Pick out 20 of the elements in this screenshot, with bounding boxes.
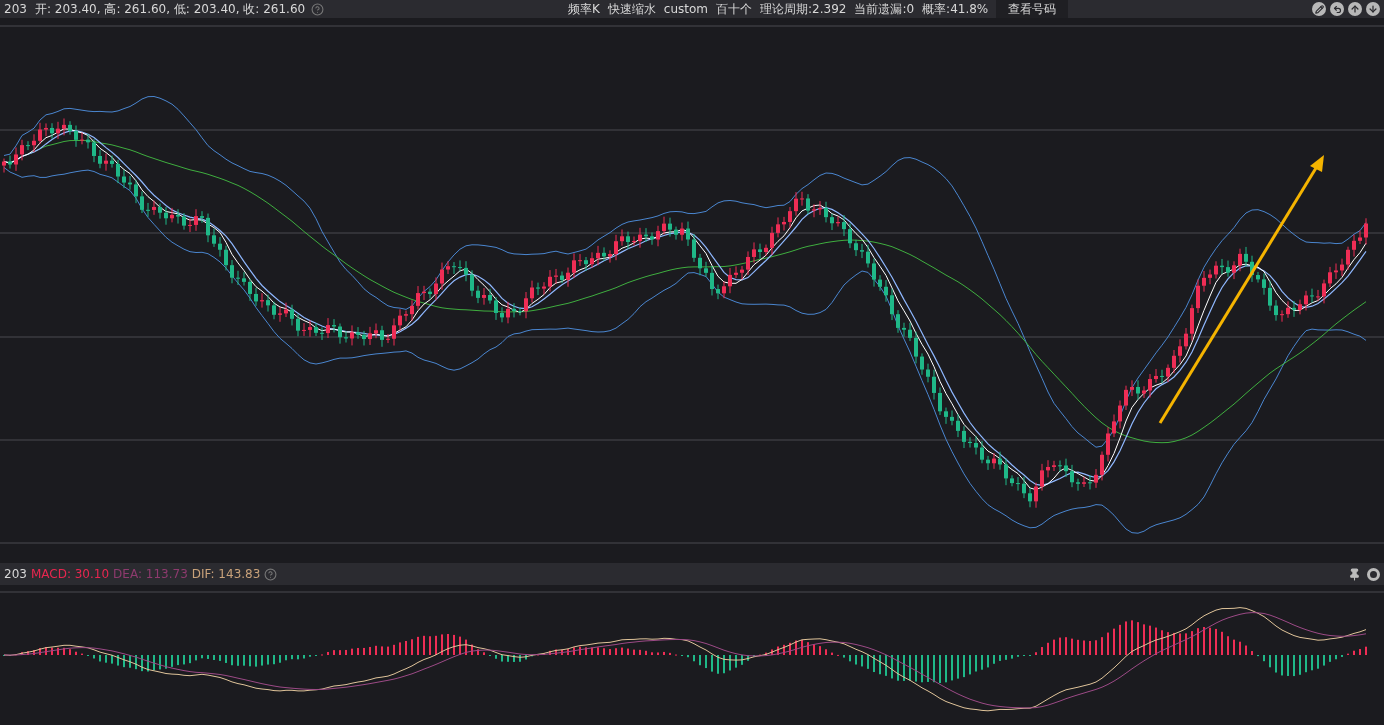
settings-icon[interactable]	[1367, 567, 1380, 581]
ohlc-values: 开: 203.40, 高: 261.60, 低: 203.40, 收: 261.60	[34, 1, 306, 18]
info-label: 频率K	[567, 1, 600, 18]
pin-icon[interactable]	[1348, 567, 1361, 581]
info-label: 百十个	[716, 1, 752, 18]
help-icon[interactable]	[264, 567, 278, 581]
info-label: 概率:41.8%	[922, 1, 989, 18]
symbol-label: 203	[4, 1, 27, 18]
indicator-value: MACD: 30.10	[30, 566, 110, 583]
edit-icon[interactable]	[1312, 2, 1326, 16]
view-numbers-button[interactable]: 查看号码	[996, 0, 1069, 18]
help-icon[interactable]	[311, 2, 325, 16]
info-label: 当前遗漏:0	[854, 1, 915, 18]
indicator-value: DEA: 113.73	[113, 566, 188, 583]
info-label: 快速缩水	[607, 1, 656, 18]
symbol-label: 203	[4, 566, 27, 583]
info-label: custom	[663, 1, 708, 18]
indicator-value: DIF: 143.83	[191, 566, 261, 583]
info-label: 理论周期:2.392	[760, 1, 847, 18]
undo-icon[interactable]	[1330, 2, 1344, 16]
